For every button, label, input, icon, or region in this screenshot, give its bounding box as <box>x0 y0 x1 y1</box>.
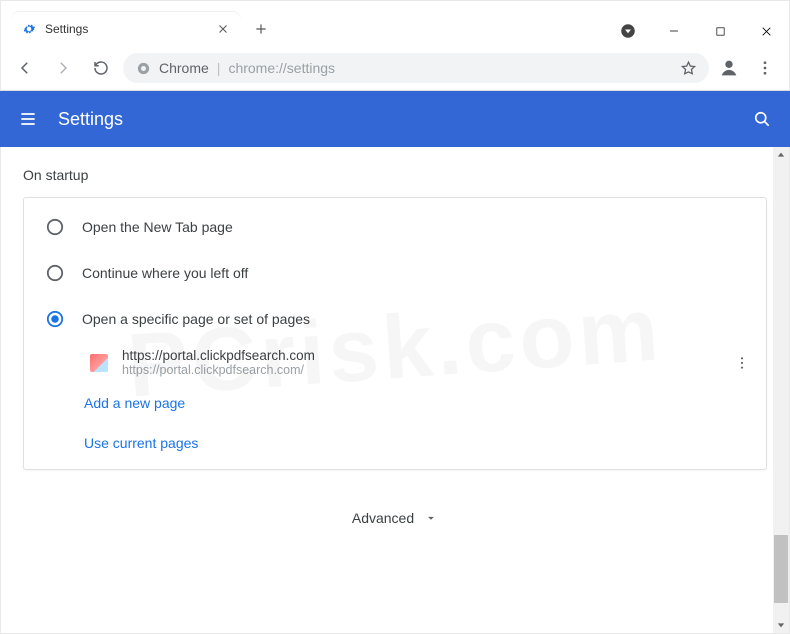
startup-page-item: https://portal.clickpdfsearch.com https:… <box>24 342 766 383</box>
gear-icon <box>21 21 37 37</box>
content-area: PCrisk.com On startup Open the New Tab p… <box>0 147 790 634</box>
startup-option-new-tab[interactable]: Open the New Tab page <box>24 204 766 250</box>
browser-tab[interactable]: Settings <box>11 12 241 46</box>
scroll-track[interactable] <box>773 163 789 617</box>
radio-selected-icon <box>46 310 64 328</box>
page-kebab-menu[interactable] <box>730 351 754 375</box>
advanced-toggle[interactable]: Advanced <box>23 510 767 526</box>
minimize-button[interactable] <box>651 16 697 46</box>
startup-option-specific[interactable]: Open a specific page or set of pages <box>24 296 766 342</box>
address-bar: Chrome | chrome://settings <box>0 46 790 91</box>
hamburger-icon[interactable] <box>16 107 40 131</box>
startup-card: Open the New Tab page Continue where you… <box>23 197 767 470</box>
tab-title: Settings <box>45 22 207 36</box>
url-box[interactable]: Chrome | chrome://settings <box>123 53 709 83</box>
settings-appbar: Settings <box>0 91 790 147</box>
profile-avatar[interactable] <box>715 54 743 82</box>
search-icon[interactable] <box>750 107 774 131</box>
advanced-label: Advanced <box>352 510 414 526</box>
scrollbar[interactable] <box>773 147 789 633</box>
url-separator: | <box>217 60 221 76</box>
page-favicon <box>90 354 108 372</box>
chrome-icon <box>135 60 151 76</box>
chevron-down-icon <box>424 511 438 525</box>
scroll-down-arrow[interactable] <box>773 617 789 633</box>
appbar-title: Settings <box>58 109 123 130</box>
kebab-menu[interactable] <box>749 52 781 84</box>
back-button[interactable] <box>9 52 41 84</box>
reload-button[interactable] <box>85 52 117 84</box>
option-label: Open the New Tab page <box>82 219 744 235</box>
startup-option-continue[interactable]: Continue where you left off <box>24 250 766 296</box>
use-current-pages-link[interactable]: Use current pages <box>24 423 766 463</box>
url-path: chrome://settings <box>228 60 335 76</box>
radio-icon <box>46 264 64 282</box>
close-button[interactable] <box>743 16 789 46</box>
radio-icon <box>46 218 64 236</box>
section-title: On startup <box>23 167 767 183</box>
url-chip: Chrome <box>159 60 209 76</box>
maximize-button[interactable] <box>697 16 743 46</box>
page-url: https://portal.clickpdfsearch.com/ <box>122 363 716 377</box>
shield-icon[interactable] <box>605 22 651 40</box>
titlebar: Settings <box>0 0 790 46</box>
page-title: https://portal.clickpdfsearch.com <box>122 348 716 363</box>
option-label: Open a specific page or set of pages <box>82 311 744 327</box>
forward-button[interactable] <box>47 52 79 84</box>
option-label: Continue where you left off <box>82 265 744 281</box>
window-controls <box>605 16 789 46</box>
scroll-thumb[interactable] <box>774 535 788 603</box>
add-new-page-link[interactable]: Add a new page <box>24 383 766 423</box>
star-icon[interactable] <box>679 59 697 77</box>
close-icon[interactable] <box>215 21 231 37</box>
new-tab-button[interactable] <box>247 15 275 43</box>
scroll-up-arrow[interactable] <box>773 147 789 163</box>
